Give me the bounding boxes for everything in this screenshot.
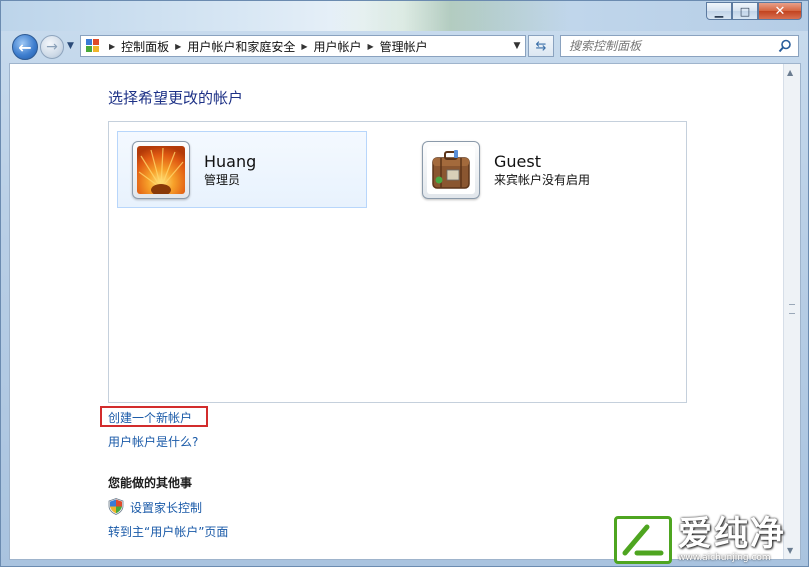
search-box[interactable] xyxy=(560,35,799,57)
account-type: 管理员 xyxy=(204,172,241,187)
control-panel-icon xyxy=(85,38,103,54)
flower-avatar-icon xyxy=(137,145,185,194)
watermark-brand: 爱纯净 xyxy=(678,514,786,554)
account-tile-huang[interactable]: Huang 管理员 xyxy=(117,131,367,208)
title-bar-background-art xyxy=(331,1,571,31)
account-info: Huang 管理员 xyxy=(204,152,256,188)
refresh-icon: ⇆ xyxy=(535,38,547,54)
avatar xyxy=(422,140,480,199)
goto-user-accounts-link[interactable]: 转到主“用户帐户”页面 xyxy=(108,523,228,540)
account-status: 来宾帐户没有启用 xyxy=(494,172,591,187)
breadcrumb-item-control-panel[interactable]: 控制面板 xyxy=(121,38,169,55)
search-icon[interactable] xyxy=(778,39,792,53)
breadcrumb-chevron[interactable]: ▶ xyxy=(301,42,307,51)
account-name: Huang xyxy=(204,151,257,171)
address-bar[interactable]: ▶ 控制面板 ▶ 用户帐户和家庭安全 ▶ 用户帐户 ▶ 管理帐户 ▼ xyxy=(80,35,526,57)
brand-logo-icon xyxy=(614,515,672,564)
close-button[interactable]: ✕ xyxy=(758,2,802,20)
breadcrumb-item-manage-accounts[interactable]: 管理帐户 xyxy=(380,38,428,55)
minimize-button[interactable]: ▁ xyxy=(706,2,732,20)
account-info: Guest 来宾帐户没有启用 xyxy=(494,152,590,188)
breadcrumb-item-user-accounts[interactable]: 用户帐户 xyxy=(314,38,362,55)
back-arrow-icon: ← xyxy=(18,37,32,57)
breadcrumb-chevron[interactable]: ▶ xyxy=(175,42,181,51)
breadcrumb-chevron[interactable]: ▶ xyxy=(368,42,374,51)
page-title: 选择希望更改的帐户 xyxy=(108,89,244,107)
window-controls: ▁ □ ✕ xyxy=(706,2,802,20)
watermark-url: www.aichunjing.com xyxy=(678,553,771,563)
watermark-text: 爱纯净 www.aichunjing.com xyxy=(678,515,786,564)
shield-icon xyxy=(108,498,124,515)
watermark: 爱纯净 www.aichunjing.com xyxy=(614,511,809,567)
refresh-button[interactable]: ⇆ xyxy=(528,35,554,57)
back-button[interactable]: ← xyxy=(12,34,38,60)
address-history-dropdown[interactable]: ▼ xyxy=(509,36,525,56)
scroll-up-icon[interactable]: ▲ xyxy=(787,68,793,77)
search-input[interactable] xyxy=(569,39,769,53)
scroll-grip[interactable] xyxy=(789,304,795,314)
breadcrumb-chevron[interactable]: ▶ xyxy=(109,42,115,51)
suitcase-avatar-icon xyxy=(427,145,475,194)
breadcrumb-item-user-accounts-family[interactable]: 用户帐户和家庭安全 xyxy=(187,38,295,55)
vertical-scrollbar[interactable]: ▲ ▼ xyxy=(783,64,800,559)
content-pane: 选择希望更改的帐户 Huang 管理员 Guest 来宾帐户没有启用 创建一个新… xyxy=(9,63,801,560)
account-tile-guest[interactable]: Guest 来宾帐户没有启用 xyxy=(407,131,657,208)
forward-button[interactable]: → xyxy=(40,35,64,59)
control-panel-window: ▁ □ ✕ ← → ▼ ▶ 控制面板 ▶ 用户帐户和家庭安全 ▶ 用户帐户 ▶ … xyxy=(0,0,809,567)
avatar xyxy=(132,140,190,199)
what-is-user-account-link[interactable]: 用户帐户是什么? xyxy=(108,433,198,450)
create-new-account-link[interactable]: 创建一个新帐户 xyxy=(108,409,192,426)
title-bar[interactable]: ▁ □ ✕ xyxy=(1,1,808,31)
parental-controls-link[interactable]: 设置家长控制 xyxy=(130,499,202,516)
forward-arrow-icon: → xyxy=(46,39,58,55)
account-name: Guest xyxy=(494,151,541,171)
accounts-list: Huang 管理员 Guest 来宾帐户没有启用 xyxy=(108,121,687,403)
other-tasks-heading: 您能做的其他事 xyxy=(108,476,193,490)
maximize-button[interactable]: □ xyxy=(732,2,758,20)
recent-pages-dropdown[interactable]: ▼ xyxy=(67,41,74,51)
